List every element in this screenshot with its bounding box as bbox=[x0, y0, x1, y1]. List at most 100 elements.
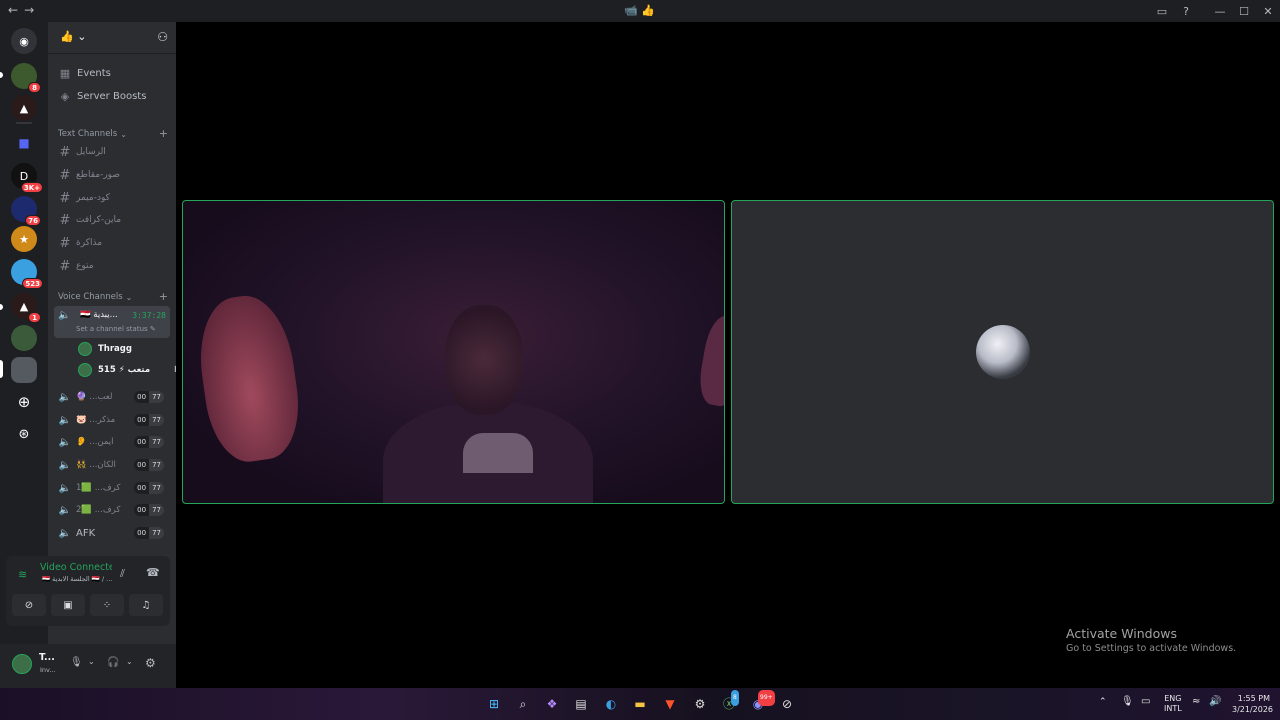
channel-name: AFK bbox=[76, 527, 96, 539]
voice-channel[interactable]: 🔈 👯 ...الكان 00 77 bbox=[54, 455, 170, 475]
speaker-icon: 🔈 bbox=[58, 482, 72, 494]
microphone-icon[interactable]: 🎙 bbox=[70, 657, 83, 668]
user-limit: 00 77 bbox=[134, 436, 164, 448]
category-text-channels[interactable]: Text Channels ⌄ + bbox=[58, 127, 168, 141]
server-icon[interactable] bbox=[11, 325, 37, 351]
add-channel-icon[interactable]: + bbox=[159, 127, 168, 140]
add-server-icon[interactable]: ⊕ bbox=[11, 389, 37, 415]
chevron-down-icon[interactable]: ⌄ bbox=[126, 657, 133, 666]
text-channel[interactable]: # متوع bbox=[54, 256, 170, 276]
text-channel[interactable]: # كود-ميمر bbox=[54, 188, 170, 208]
steam-icon[interactable]: ⚙ bbox=[692, 696, 708, 712]
watermark-subtitle: Go to Settings to activate Windows. bbox=[1066, 643, 1237, 654]
discord-taskbar-icon[interactable]: ◉ 99+ bbox=[750, 690, 775, 712]
wifi-icon[interactable]: ≈ bbox=[1192, 696, 1200, 707]
server-header[interactable]: 👍 ⌄ ⚇ bbox=[48, 22, 176, 54]
xbox-icon[interactable]: ⓧ 8 bbox=[721, 690, 739, 712]
mention-badge: 8 bbox=[28, 82, 41, 93]
add-channel-icon[interactable]: + bbox=[159, 290, 168, 303]
file-explorer-icon[interactable]: ▬ bbox=[632, 696, 648, 712]
search-icon[interactable]: ⌕ bbox=[515, 696, 531, 712]
windows-start-icon[interactable]: ⊞ bbox=[486, 696, 502, 712]
discover-icon[interactable]: ⊛ bbox=[11, 421, 37, 447]
discord-home-icon[interactable]: ◉ bbox=[11, 28, 37, 54]
nav-server-boosts[interactable]: ◈ Server Boosts bbox=[58, 87, 147, 105]
back-icon[interactable]: ← bbox=[8, 3, 24, 17]
nav-boosts-label: Server Boosts bbox=[77, 90, 147, 102]
discord-window: ←→ 📹 👍 ▭ ? — ☐ ✕ ◉ 8 ▲ ■ D 3K+ 76 ★ 523 ▲… bbox=[0, 0, 1280, 688]
server-icon[interactable]: 76 bbox=[11, 196, 41, 226]
inbox-icon[interactable]: ▭ bbox=[1150, 5, 1174, 18]
soundboard-button[interactable]: ♫ bbox=[129, 594, 163, 616]
forward-icon[interactable]: → bbox=[24, 3, 40, 17]
category-label: Voice Channels bbox=[58, 292, 123, 302]
nav-arrows[interactable]: ←→ bbox=[8, 3, 40, 17]
active-voice-channel[interactable]: 🔈 🇪🇬 يبدية... 3:37:28 Set a channel stat… bbox=[54, 306, 170, 338]
video-tile-avatar[interactable] bbox=[731, 200, 1274, 504]
server-icon[interactable]: 523 bbox=[11, 259, 43, 289]
close-button[interactable]: ✕ bbox=[1256, 5, 1280, 18]
person-hand bbox=[191, 290, 307, 467]
voice-channel-afk[interactable]: 🔈 AFK 00 77 bbox=[54, 523, 170, 543]
set-channel-status[interactable]: Set a channel status ✎ bbox=[76, 325, 156, 333]
server-icon-selected[interactable] bbox=[11, 357, 37, 383]
edge-icon[interactable]: ◐ bbox=[603, 696, 619, 712]
avatar bbox=[78, 342, 92, 356]
clock[interactable]: 1:55 PM 3/21/2026 bbox=[1232, 693, 1273, 715]
nav-events[interactable]: ▦ Events bbox=[58, 64, 111, 82]
category-voice-channels[interactable]: Voice Channels ⌄ + bbox=[58, 290, 168, 304]
chevron-down-icon[interactable]: ⌄ bbox=[88, 657, 95, 666]
folder-icon[interactable]: ■ bbox=[11, 130, 37, 156]
speaker-icon: 🔈 bbox=[58, 527, 72, 539]
server-icon[interactable]: D 3K+ bbox=[11, 163, 43, 193]
screen-share-button[interactable]: ▣ bbox=[51, 594, 85, 616]
text-channel[interactable]: # الرسايل bbox=[54, 142, 170, 162]
server-icon[interactable]: ▲ 1 bbox=[11, 293, 41, 323]
brave-icon[interactable]: ▼ bbox=[662, 696, 678, 712]
user-limit: 00 77 bbox=[134, 414, 164, 426]
headphones-icon[interactable]: 🎧 bbox=[107, 657, 119, 668]
app-icon[interactable]: ⊘ bbox=[779, 696, 795, 712]
title-bar: ←→ 📹 👍 ▭ ? — ☐ ✕ bbox=[0, 0, 1280, 22]
activities-button[interactable]: ⁘ bbox=[90, 594, 124, 616]
voice-channel[interactable]: 🔈 1🟩 ...كرف 00 77 bbox=[54, 478, 170, 498]
avatar[interactable] bbox=[12, 654, 32, 674]
camera-off-button[interactable]: ⊘ bbox=[12, 594, 46, 616]
server-icon[interactable]: 8 bbox=[11, 63, 41, 93]
hash-icon: # bbox=[59, 235, 71, 251]
help-icon[interactable]: ? bbox=[1174, 5, 1198, 18]
notification-badge: 8 bbox=[731, 690, 739, 706]
voice-channel[interactable]: 🔈 🐷 ...مذكر 00 77 bbox=[54, 410, 170, 430]
username[interactable]: T... bbox=[39, 652, 55, 663]
voice-channel[interactable]: 🔈 🔮 ...لعب 00 77 bbox=[54, 387, 170, 407]
maximize-button[interactable]: ☐ bbox=[1232, 5, 1256, 18]
voice-status[interactable]: Video Connected bbox=[40, 562, 112, 573]
text-channel[interactable]: # مذاكرة bbox=[54, 233, 170, 253]
display-icon[interactable]: ▭ bbox=[1141, 696, 1150, 707]
text-channel[interactable]: # ماين-كرافت bbox=[54, 210, 170, 230]
chevron-up-icon[interactable]: ⌃ bbox=[1099, 697, 1107, 707]
server-icon[interactable]: ★ bbox=[11, 226, 37, 252]
chevron-down-icon: ⌄ bbox=[120, 129, 127, 139]
signal-icon[interactable]: ≋ bbox=[18, 568, 27, 581]
microphone-icon[interactable]: 🎙 bbox=[1121, 696, 1134, 707]
volume-icon[interactable]: 🔊 bbox=[1209, 696, 1221, 707]
channel-name: كود-ميمر bbox=[76, 193, 110, 203]
language-indicator[interactable]: ENG INTL bbox=[1164, 694, 1182, 714]
store-icon[interactable]: ▤ bbox=[573, 696, 589, 712]
text-channel[interactable]: # صور-مقاطع bbox=[54, 165, 170, 185]
settings-gear-icon[interactable]: ⚙ bbox=[145, 656, 156, 670]
voice-channel-path[interactable]: 🇪🇬 الجلسة الابدية 🇪🇬 / ... bbox=[42, 575, 114, 583]
minimize-button[interactable]: — bbox=[1208, 5, 1232, 18]
voice-user[interactable]: Thragg bbox=[78, 340, 132, 358]
voice-channel[interactable]: 🔈 👂 ...ايمن 00 77 bbox=[54, 432, 170, 452]
voice-user[interactable]: متعب ⚡ 515 ■ bbox=[78, 361, 176, 379]
disconnect-icon[interactable]: ☎ bbox=[146, 566, 160, 579]
copilot-icon[interactable]: ❖ bbox=[544, 696, 560, 712]
voice-channel[interactable]: 🔈 2🟩 ...كرف 00 77 bbox=[54, 500, 170, 520]
video-tile-camera[interactable] bbox=[182, 200, 725, 504]
voice-channel-name: 🇪🇬 يبدية... bbox=[80, 310, 118, 320]
noise-suppression-icon[interactable]: ⫽ bbox=[120, 567, 125, 581]
add-member-icon[interactable]: ⚇ bbox=[157, 30, 168, 44]
server-icon[interactable]: ▲ bbox=[11, 95, 37, 121]
